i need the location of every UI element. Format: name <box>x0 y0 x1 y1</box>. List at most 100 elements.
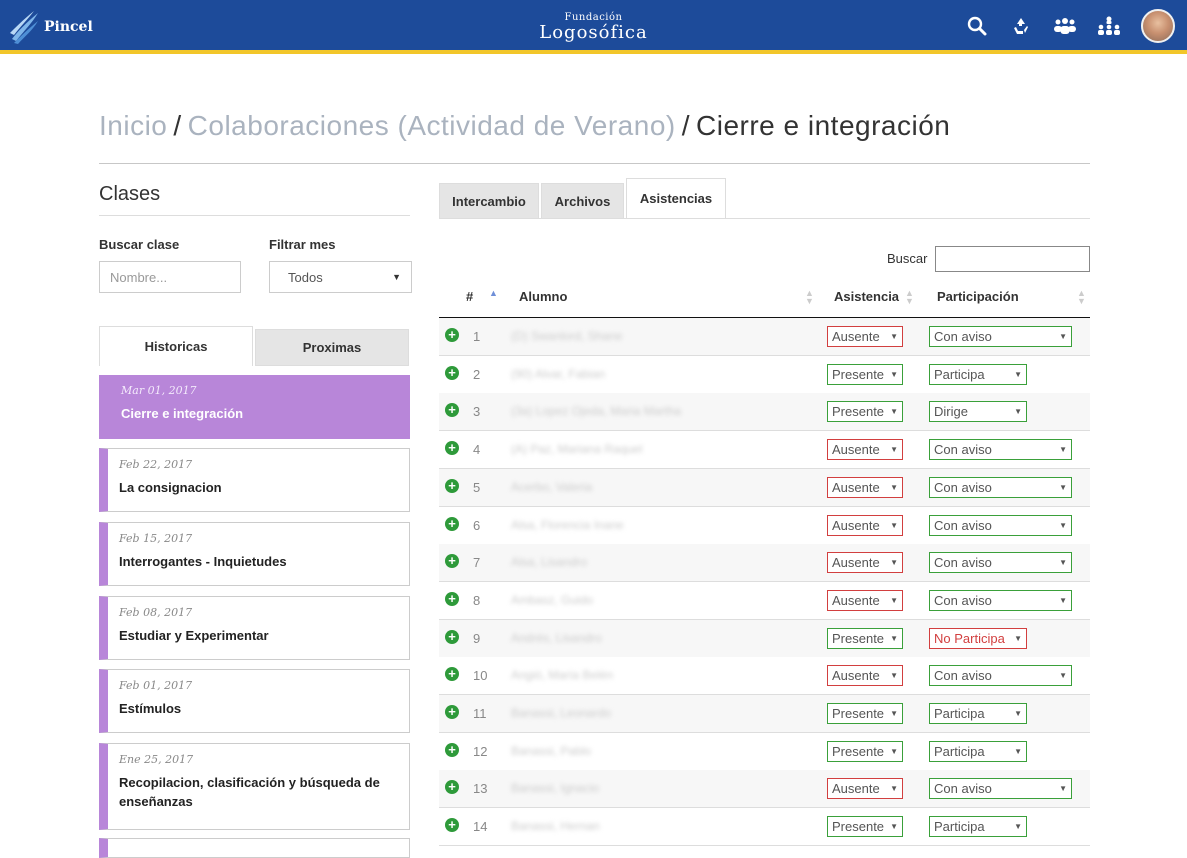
asistencia-select[interactable]: Ausente ▼ <box>827 515 903 536</box>
expand-plus-icon[interactable]: + <box>445 479 459 493</box>
participacion-select[interactable]: No Participa ▼ <box>929 628 1027 649</box>
group-icon[interactable] <box>1053 14 1077 38</box>
participacion-select[interactable]: Con aviso ▼ <box>929 665 1072 686</box>
participacion-select[interactable]: Participa ▼ <box>929 364 1027 385</box>
expand-plus-icon[interactable]: + <box>445 517 459 531</box>
table-row: +1 (D) Swanlord, Shane Ausente ▼ Con aviso ▼ <box>439 318 1090 356</box>
chevron-down-icon: ▼ <box>392 272 401 282</box>
expand-plus-icon[interactable]: + <box>445 780 459 794</box>
expand-plus-icon[interactable]: + <box>445 705 459 719</box>
class-item-active[interactable]: Mar 01, 2017 Cierre e integración <box>99 375 410 439</box>
header-divider <box>99 163 1090 164</box>
sort-asc-icon[interactable]: ▲ <box>489 289 498 298</box>
participacion-select[interactable]: Con aviso ▼ <box>929 778 1072 799</box>
sort-icon[interactable]: ▲ ▼ <box>905 289 914 306</box>
asistencia-value: Ausente <box>832 329 880 344</box>
table-row: +6 Alsa, Florencia Inane Ausente ▼ Con aviso… <box>439 507 1090 545</box>
asistencia-select[interactable]: Ausente ▼ <box>827 552 903 573</box>
class-item[interactable]: Feb 22, 2017 La consignacion <box>99 448 410 512</box>
expand-plus-icon[interactable]: + <box>445 441 459 455</box>
asistencia-select[interactable]: Presente ▼ <box>827 401 903 422</box>
participacion-select[interactable]: Participa ▼ <box>929 816 1027 837</box>
expand-plus-icon[interactable]: + <box>445 818 459 832</box>
alumno-name: Acerbo, Valeria <box>511 480 593 494</box>
asistencia-select[interactable]: Ausente ▼ <box>827 326 903 347</box>
expand-plus-icon[interactable]: + <box>445 592 459 606</box>
asistencia-select[interactable]: Presente ▼ <box>827 703 903 724</box>
alumno-name: Angió, María Belén <box>511 668 614 682</box>
asistencia-select[interactable]: Ausente ▼ <box>827 590 903 611</box>
chevron-down-icon: ▼ <box>1059 671 1067 680</box>
participacion-value: Con aviso <box>934 442 992 457</box>
chevron-down-icon: ▼ <box>1059 483 1067 492</box>
column-header-participacion[interactable]: Participación <box>937 289 1019 304</box>
class-item[interactable]: Ene 25, 2017 Recopilacion, clasificación… <box>99 743 410 830</box>
asistencia-select[interactable]: Ausente ▼ <box>827 778 903 799</box>
expand-plus-icon[interactable]: + <box>445 403 459 417</box>
sort-icon[interactable]: ▲ ▼ <box>1077 289 1086 306</box>
alumno-name: Andrés, Lisandro <box>511 631 602 645</box>
expand-plus-icon[interactable]: + <box>445 366 459 380</box>
recycle-icon[interactable] <box>1009 14 1033 38</box>
asistencia-select[interactable]: Ausente ▼ <box>827 439 903 460</box>
filtrar-mes-select[interactable]: Todos ▼ <box>269 261 412 293</box>
participacion-select[interactable]: Con aviso ▼ <box>929 439 1072 460</box>
alumno-name: (A) Paz, Mariana Raquel <box>511 442 643 456</box>
column-header-alumno[interactable]: Alumno <box>519 289 567 304</box>
expand-plus-icon[interactable]: + <box>445 630 459 644</box>
participacion-select[interactable]: Con aviso ▼ <box>929 326 1072 347</box>
asistencia-select[interactable]: Presente ▼ <box>827 816 903 837</box>
table-row: +2 (90) Alvar, Fabian Presente ▼ Participa ▼ <box>439 356 1090 394</box>
row-number: 14 <box>473 819 488 834</box>
asistencia-value: Ausente <box>832 593 880 608</box>
tab-historicas[interactable]: Historicas <box>99 326 253 366</box>
buscar-clase-input[interactable]: Nombre... <box>99 261 241 293</box>
class-item[interactable]: Feb 08, 2017 Estudiar y Experimentar <box>99 596 410 660</box>
hierarchy-icon[interactable] <box>1097 14 1121 38</box>
breadcrumb-colaboraciones[interactable]: Colaboraciones (Actividad de Verano) <box>188 110 676 141</box>
tab-intercambio[interactable]: Intercambio <box>439 183 539 218</box>
expand-plus-icon[interactable]: + <box>445 554 459 568</box>
expand-plus-icon[interactable]: + <box>445 328 459 342</box>
buscar-input[interactable] <box>935 246 1090 272</box>
asistencia-select[interactable]: Presente ▼ <box>827 741 903 762</box>
table-row: +4 (A) Paz, Mariana Raquel Ausente ▼ Con avi… <box>439 431 1090 469</box>
expand-plus-icon[interactable]: + <box>445 667 459 681</box>
breadcrumb-inicio[interactable]: Inicio <box>99 110 167 141</box>
chevron-down-icon: ▼ <box>890 596 898 605</box>
class-item[interactable] <box>99 838 410 858</box>
participacion-select[interactable]: Con aviso ▼ <box>929 590 1072 611</box>
asistencia-select[interactable]: Presente ▼ <box>827 364 903 385</box>
class-item[interactable]: Feb 15, 2017 Interrogantes - Inquietudes <box>99 522 410 586</box>
participacion-select[interactable]: Participa ▼ <box>929 741 1027 762</box>
participacion-select[interactable]: Participa ▼ <box>929 703 1027 724</box>
avatar[interactable] <box>1141 9 1175 43</box>
expand-plus-icon[interactable]: + <box>445 743 459 757</box>
asistencia-select[interactable]: Ausente ▼ <box>827 477 903 498</box>
asistencia-select[interactable]: Ausente ▼ <box>827 665 903 686</box>
asistencia-select[interactable]: Presente ▼ <box>827 628 903 649</box>
table-row: +12 Banassi, Pablo Presente ▼ Participa ▼ <box>439 733 1090 771</box>
class-name: Recopilacion, clasificación y búsqueda d… <box>119 775 380 809</box>
participacion-value: Con aviso <box>934 668 992 683</box>
class-date: Feb 08, 2017 <box>119 606 193 619</box>
tab-archivos[interactable]: Archivos <box>541 183 624 218</box>
asistencia-value: Presente <box>832 744 885 759</box>
row-number: 8 <box>473 593 481 608</box>
participacion-select[interactable]: Dirige ▼ <box>929 401 1027 422</box>
tab-asistencias[interactable]: Asistencias <box>626 178 726 219</box>
participacion-value: Con aviso <box>934 518 992 533</box>
tab-proximas[interactable]: Proximas <box>255 329 409 366</box>
class-item[interactable]: Feb 01, 2017 Estímulos <box>99 669 410 733</box>
table-row: +13 Banassi, Ignacio Ausente ▼ Con aviso ▼ <box>439 770 1090 808</box>
participacion-select[interactable]: Con aviso ▼ <box>929 552 1072 573</box>
sort-icon[interactable]: ▲ ▼ <box>805 289 814 306</box>
participacion-select[interactable]: Con aviso ▼ <box>929 515 1072 536</box>
row-number: 4 <box>473 442 481 457</box>
search-icon[interactable] <box>965 14 989 38</box>
chevron-down-icon: ▼ <box>890 634 898 643</box>
column-header-asistencia[interactable]: Asistencia <box>834 289 899 304</box>
column-header-number[interactable]: # <box>466 289 473 304</box>
participacion-select[interactable]: Con aviso ▼ <box>929 477 1072 498</box>
alumno-name: Banassi, Leonardo <box>511 706 612 720</box>
